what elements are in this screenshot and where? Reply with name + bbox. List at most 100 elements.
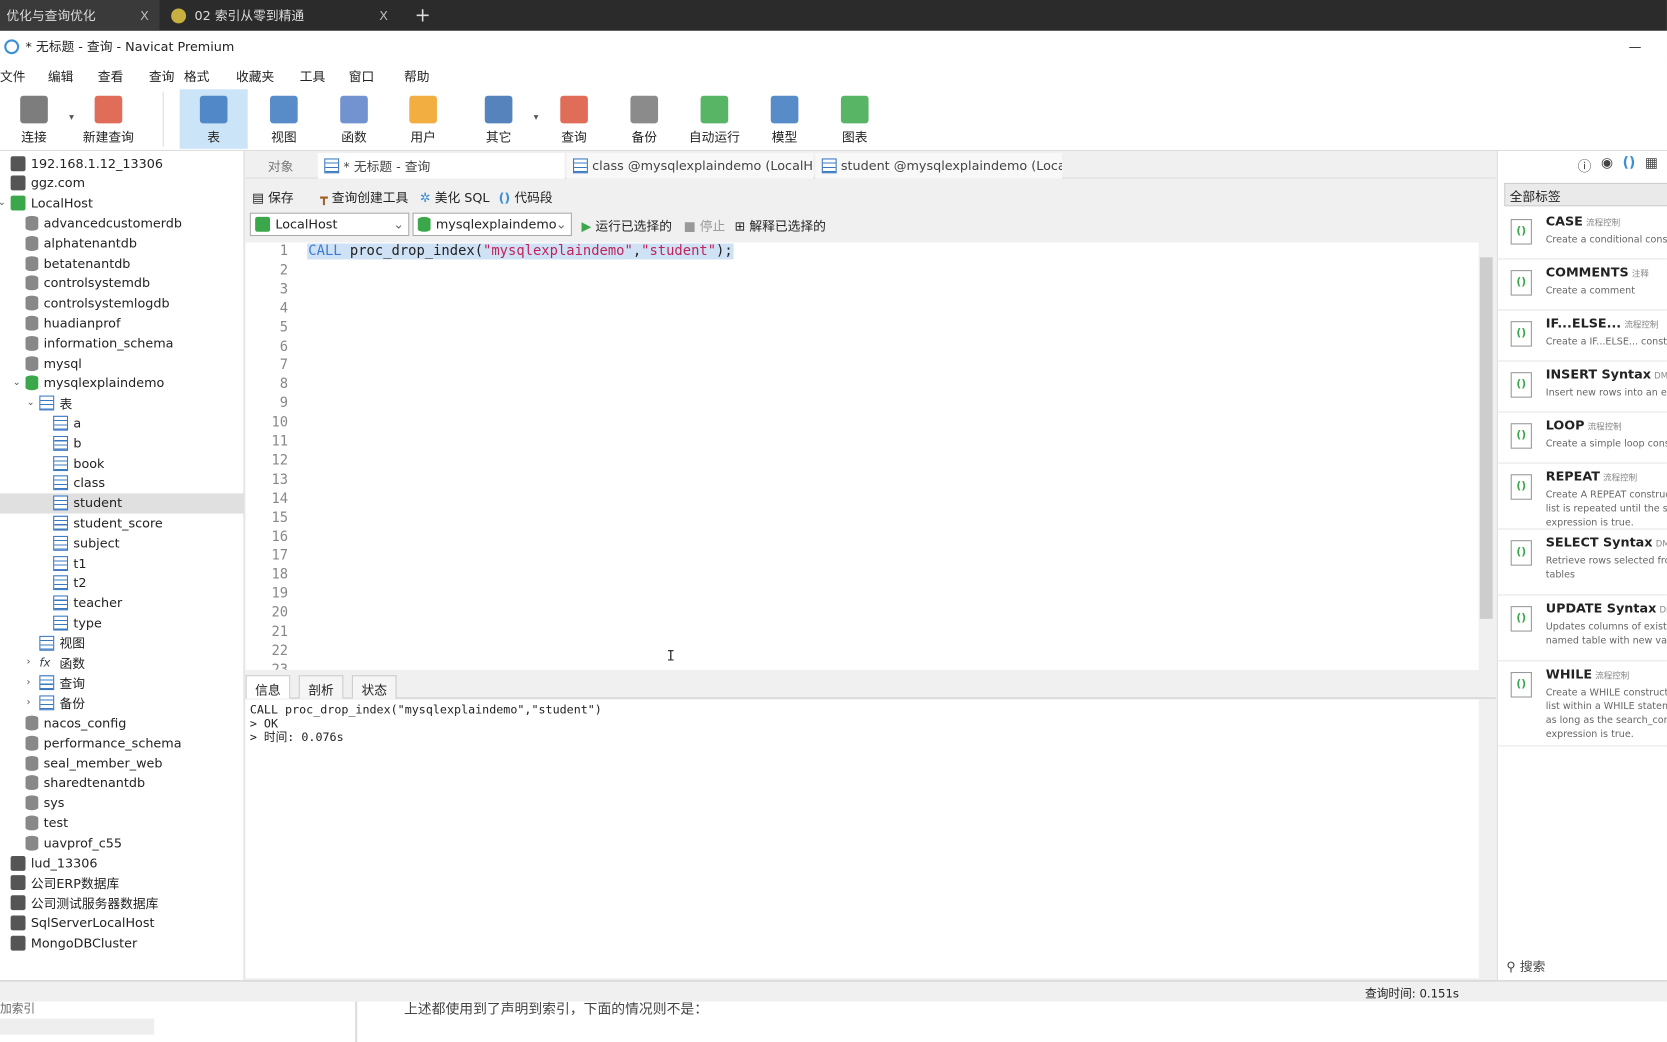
result-tab[interactable]: 剖析 — [298, 675, 344, 699]
code-snippet-button[interactable]: () 代码段 — [499, 188, 553, 206]
tree-item[interactable]: sys — [25, 793, 64, 813]
tree-item[interactable]: student — [0, 492, 244, 514]
snippet-item[interactable]: () REPEAT流程控制 Create A REPEAT construct. T… — [1497, 464, 1667, 530]
tree-item[interactable]: 表 — [39, 393, 72, 413]
tree-item[interactable]: subject — [53, 533, 120, 553]
tree-item[interactable]: book — [53, 453, 104, 473]
menu-item[interactable]: 文件 — [0, 67, 26, 85]
snippet-item[interactable]: () UPDATE SyntaxDML Updates columns of exi… — [1497, 595, 1667, 662]
tree-item[interactable]: nacos_config — [25, 713, 126, 733]
tree-item[interactable]: information_schema — [25, 333, 173, 353]
tree-item[interactable]: seal_member_web — [25, 753, 162, 773]
toolbar-button[interactable]: 用户 — [389, 89, 457, 149]
browser-tab[interactable]: 优化与查询优化 X — [0, 0, 160, 31]
tree-item[interactable]: SqlServerLocalHost — [10, 913, 155, 933]
browser-tab[interactable]: 02 索引从零到精通 X — [165, 0, 399, 31]
menu-item[interactable]: 编辑 — [48, 67, 74, 85]
result-tab[interactable]: 状态 — [351, 675, 397, 699]
expand-arrow-icon[interactable]: ⌄ — [27, 397, 35, 408]
editor-scrollbar[interactable] — [1478, 242, 1494, 670]
tree-item[interactable]: 公司测试服务器数据库 — [10, 893, 158, 913]
tree-item[interactable]: LocalHost — [10, 193, 93, 213]
tree-item[interactable]: 192.168.1.12_13306 — [10, 153, 163, 173]
tree-item[interactable]: mysqlexplaindemo — [25, 373, 164, 393]
tree-item[interactable]: t2 — [53, 573, 86, 593]
menu-item[interactable]: 格式 — [184, 67, 210, 85]
snippet-item[interactable]: () INSERT SyntaxDML Insert new rows into a… — [1497, 362, 1667, 413]
close-tab-icon[interactable]: X — [379, 8, 388, 23]
expand-arrow-icon[interactable]: ⌄ — [13, 377, 21, 388]
tree-item[interactable]: t1 — [53, 553, 86, 573]
tree-item[interactable]: alphatenantdb — [25, 233, 137, 253]
tab-untitled-query[interactable]: * 无标题 - 查询 — [317, 153, 565, 179]
tree-item[interactable]: huadianprof — [25, 313, 120, 333]
toolbar-button[interactable]: 表 — [179, 89, 248, 149]
toolbar-button[interactable]: 函数 — [320, 89, 388, 149]
toolbar-button[interactable]: 视图 — [250, 89, 318, 149]
tree-item[interactable]: controlsystemdb — [25, 273, 150, 293]
toolbar-button[interactable]: 连接 — [0, 89, 68, 149]
tree-item[interactable]: lud_13306 — [10, 853, 98, 873]
explain-selected-button[interactable]: ⊞ 解释已选择的 — [735, 217, 826, 235]
tree-item[interactable]: test — [25, 813, 68, 833]
dropdown-arrow-icon[interactable]: ▾ — [534, 113, 539, 124]
background-scrollbar[interactable] — [0, 1018, 155, 1035]
tree-item[interactable]: MongoDBCluster — [10, 933, 137, 953]
tree-item[interactable]: uavprof_c55 — [25, 833, 122, 853]
toolbar-button[interactable]: 模型 — [751, 89, 819, 149]
tree-item[interactable]: mysql — [25, 353, 82, 373]
tree-item[interactable]: sharedtenantdb — [25, 773, 145, 793]
toolbar-button[interactable]: 自动运行 — [680, 89, 748, 149]
tree-item[interactable]: ggz.com — [10, 173, 85, 193]
expand-arrow-icon[interactable]: › — [27, 677, 31, 688]
menu-item[interactable]: 收藏夹 — [236, 67, 274, 85]
tree-item[interactable]: 视图 — [39, 633, 85, 653]
tree-item[interactable]: 备份 — [39, 693, 85, 713]
new-tab-button[interactable]: + — [408, 0, 431, 31]
tab-objects[interactable]: 对象 — [246, 153, 316, 179]
menu-item[interactable]: 窗口 — [349, 67, 375, 85]
tree-item[interactable]: controlsystemlogdb — [25, 293, 170, 313]
save-button[interactable]: ▤ 保存 — [252, 188, 294, 206]
minimize-button[interactable]: — — [1629, 39, 1642, 54]
tree-item[interactable]: advancedcustomerdb — [25, 213, 182, 233]
tree-item[interactable]: 公司ERP数据库 — [10, 873, 120, 893]
snippet-item[interactable]: () WHILE流程控制 Create a WHILE construct. T l… — [1497, 661, 1667, 747]
snippet-item[interactable]: () COMMENTS 注释 Create a comment — [1497, 259, 1667, 311]
braces-icon[interactable]: () — [1623, 155, 1636, 175]
dropdown-arrow-icon[interactable]: ▾ — [69, 113, 74, 124]
toolbar-button[interactable]: 备份 — [610, 89, 678, 149]
menu-item[interactable]: 帮助 — [404, 67, 430, 85]
tree-item[interactable]: betatenantdb — [25, 253, 130, 273]
snippet-item[interactable]: () SELECT SyntaxDML Retrieve rows selected… — [1497, 530, 1667, 596]
expand-arrow-icon[interactable]: ⌄ — [0, 197, 6, 208]
toolbar-button[interactable]: 新建查询 — [74, 89, 142, 149]
tree-item[interactable]: a — [53, 413, 81, 433]
query-builder-button[interactable]: ┳ 查询创建工具 — [320, 188, 408, 206]
run-selected-button[interactable]: ▶ 运行已选择的 — [582, 217, 672, 235]
menu-item[interactable]: 查询 — [149, 67, 175, 85]
eye-icon[interactable]: ◉ — [1601, 155, 1613, 175]
toolbar-button[interactable]: 图表 — [821, 89, 889, 149]
sql-editor[interactable]: CALL proc_drop_index("mysqlexplaindemo",… — [245, 242, 1479, 670]
expand-arrow-icon[interactable]: › — [27, 657, 31, 668]
tag-filter-select[interactable]: 全部标签 — [1504, 182, 1667, 207]
tree-item[interactable]: 查询 — [39, 673, 85, 693]
stop-button[interactable]: ■ 停止 — [684, 217, 726, 235]
snippet-item[interactable]: () IF...ELSE... 流程控制 Create a IF...ELSE... … — [1497, 310, 1667, 362]
database-select[interactable]: mysqlexplaindemo ⌄ — [412, 212, 572, 237]
toolbar-button[interactable]: 查询 — [540, 89, 608, 149]
menu-item[interactable]: 工具 — [300, 67, 326, 85]
layout-icon[interactable]: ▦ — [1645, 155, 1658, 175]
beautify-sql-button[interactable]: ✲ 美化 SQL — [420, 188, 490, 206]
info-icon[interactable]: ⓘ — [1578, 155, 1592, 175]
close-tab-icon[interactable]: X — [140, 8, 149, 23]
tree-item[interactable]: b — [53, 433, 81, 453]
tree-item[interactable]: type — [53, 613, 102, 633]
connection-select[interactable]: LocalHost ⌄ — [249, 212, 410, 237]
menu-item[interactable]: 查看 — [98, 67, 124, 85]
snippet-search[interactable]: ⚲ 搜索 — [1506, 957, 1545, 975]
tree-item[interactable]: performance_schema — [25, 733, 182, 753]
tree-item[interactable]: class — [53, 473, 105, 493]
tree-item[interactable]: fx 函数 — [39, 653, 85, 673]
